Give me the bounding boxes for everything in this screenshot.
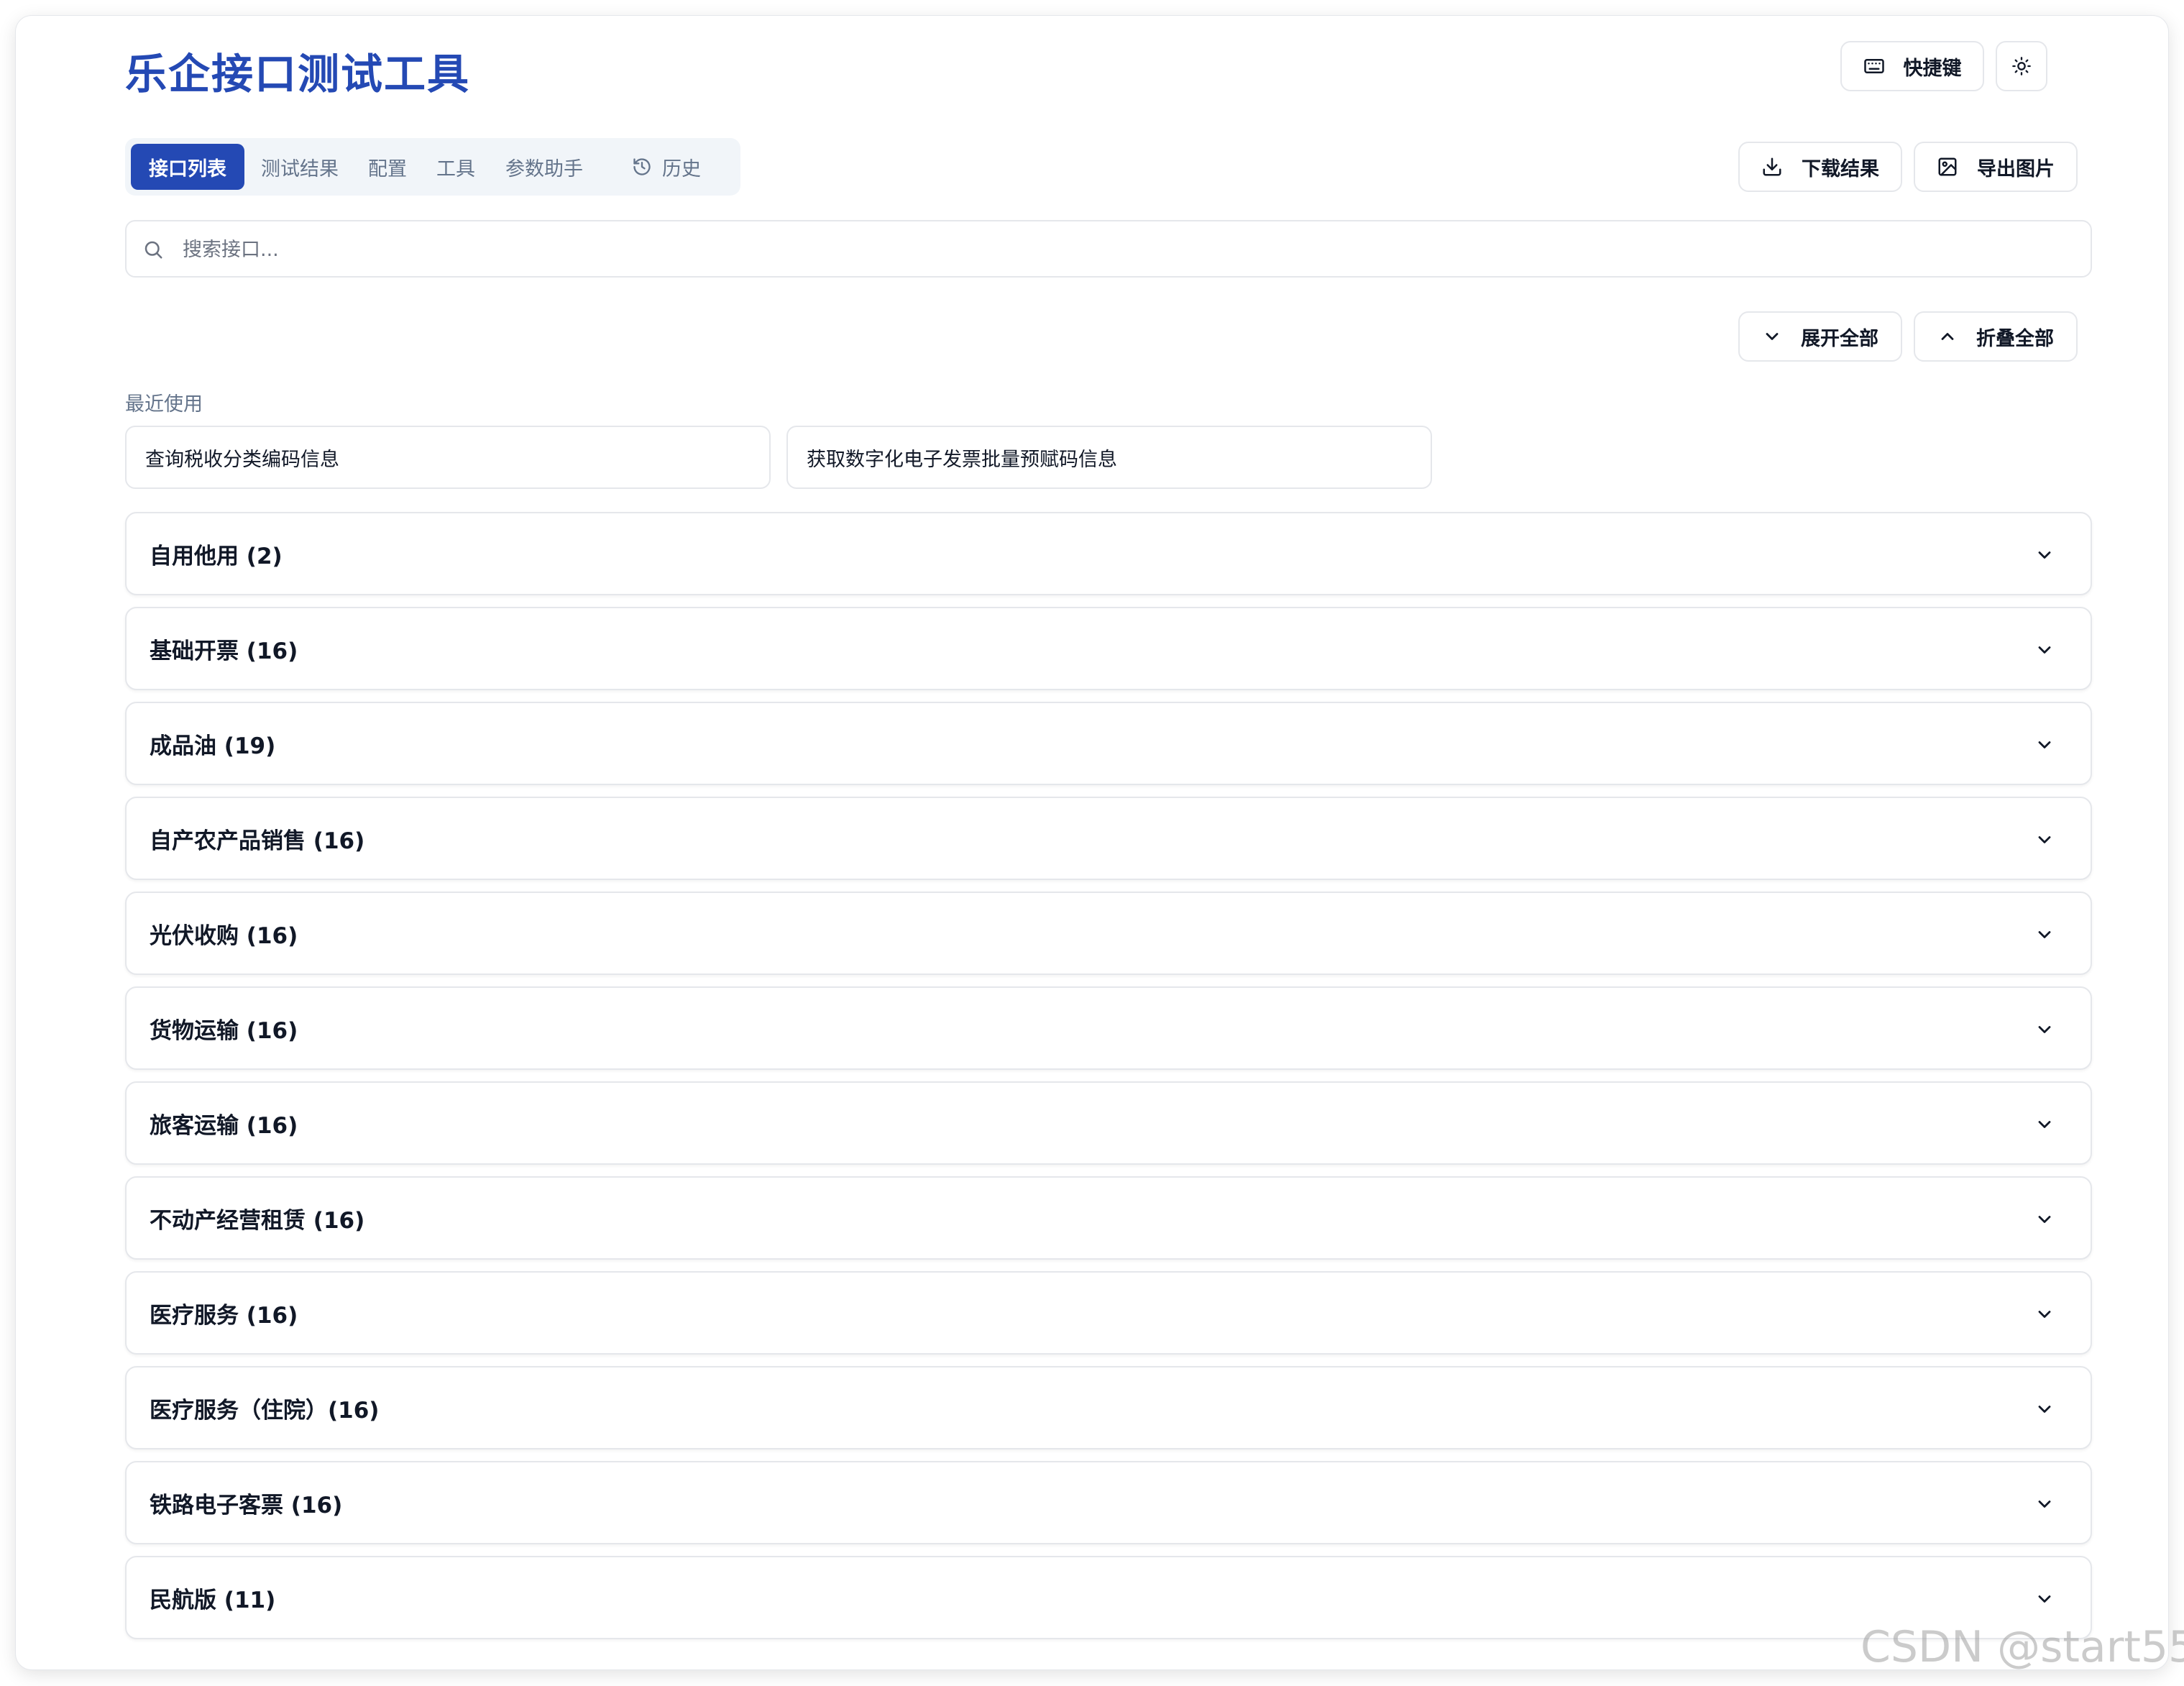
shortcuts-label: 快捷键 [1903,57,1962,80]
group-label: 铁路电子客票 (16) [150,1492,343,1518]
chevron-down-icon [2038,1595,2051,1603]
recent-item[interactable]: 查询税收分类编码信息 [125,426,771,489]
group-label: 光伏收购 (16) [150,922,298,949]
tab-bar: 接口列表 测试结果 配置 工具 参数助手 历史 [125,138,740,196]
chevron-down-icon [2038,1406,2051,1413]
download-results-button[interactable]: 下载结果 [1738,142,1902,192]
app-window: 乐企接口测试工具 快捷键 接口列表 测试结果 配置 工具 参数助手 历史 下载结… [16,16,2168,1669]
group-label: 成品油 (19) [150,733,276,759]
group-label: 自产农产品销售 (16) [150,828,365,854]
collapse-all-label: 折叠全部 [1976,327,2054,350]
chevron-down-icon [1766,333,1779,340]
group-label: 旅客运输 (16) [150,1112,298,1139]
watermark-text: CSDN @start556 [1860,1622,2184,1672]
expand-all-label: 展开全部 [1801,327,1878,350]
expand-all-button[interactable]: 展开全部 [1738,311,1902,362]
tab-api-list[interactable]: 接口列表 [131,144,244,190]
accordion-group[interactable]: 民航版 (11) [125,1556,2092,1639]
chevron-down-icon [2038,646,2051,654]
main-content: 乐企接口测试工具 快捷键 接口列表 测试结果 配置 工具 参数助手 历史 下载结… [111,16,2092,1669]
chevron-down-icon [2038,1121,2051,1128]
accordion-group[interactable]: 医疗服务（住院）(16) [125,1366,2092,1449]
tab-label: 测试结果 [261,157,339,180]
tab-label: 历史 [662,157,701,180]
group-label: 自用他用 (2) [150,543,283,569]
tab-label: 接口列表 [149,157,226,180]
accordion-group[interactable]: 旅客运输 (16) [125,1081,2092,1165]
chevron-up-icon [1941,333,1954,340]
download-icon [1763,157,1781,176]
group-label: 民航版 (11) [150,1587,276,1613]
accordion-group[interactable]: 自用他用 (2) [125,512,2092,595]
tab-label: 参数助手 [505,157,583,180]
collapse-all-button[interactable]: 折叠全部 [1914,311,2078,362]
accordion-group[interactable]: 光伏收购 (16) [125,892,2092,975]
group-label: 医疗服务 (16) [150,1302,298,1329]
tab-tools[interactable]: 工具 [424,144,487,190]
export-image-button[interactable]: 导出图片 [1914,142,2078,192]
tab-test-results[interactable]: 测试结果 [247,144,352,190]
chevron-down-icon [2038,1216,2051,1223]
shortcuts-button[interactable]: 快捷键 [1840,41,1984,91]
chevron-down-icon [2038,1026,2051,1033]
tab-param-helper[interactable]: 参数助手 [492,144,597,190]
group-label: 基础开票 (16) [150,638,298,664]
tab-label: 工具 [436,157,475,180]
chevron-down-icon [2038,1311,2051,1318]
theme-toggle-button[interactable] [1996,41,2047,91]
accordion-group[interactable]: 医疗服务 (16) [125,1271,2092,1355]
accordion-group[interactable]: 货物运输 (16) [125,986,2092,1070]
export-label: 导出图片 [1977,157,2055,180]
group-label: 不动产经营租赁 (16) [150,1207,365,1234]
image-icon [1938,157,1957,176]
accordion-group[interactable]: 自产农产品销售 (16) [125,797,2092,880]
recent-section-label: 最近使用 [125,393,203,416]
tab-config[interactable]: 配置 [355,144,420,190]
chevron-down-icon [2038,551,2051,559]
accordion-group[interactable]: 铁路电子客票 (16) [125,1461,2092,1544]
group-label: 货物运输 (16) [150,1017,298,1044]
tab-history[interactable]: 历史 [602,144,730,190]
keyboard-icon [1863,59,1884,73]
accordion-group[interactable]: 成品油 (19) [125,702,2092,785]
history-icon [633,158,651,175]
chevron-down-icon [2038,741,2051,748]
accordion-group[interactable]: 不动产经营租赁 (16) [125,1176,2092,1260]
group-label: 医疗服务（住院）(16) [150,1397,380,1424]
search-bar [125,220,2092,278]
search-icon [144,241,162,259]
app-title: 乐企接口测试工具 [125,50,471,98]
sun-icon [2012,57,2031,75]
tab-label: 配置 [368,157,407,180]
chevron-down-icon [2038,1501,2051,1508]
search-input[interactable] [183,230,2066,269]
accordion-group[interactable]: 基础开票 (16) [125,607,2092,690]
chevron-down-icon [2038,836,2051,843]
download-label: 下载结果 [1802,157,1879,180]
chevron-down-icon [2038,931,2051,938]
recent-item[interactable]: 获取数字化电子发票批量预赋码信息 [786,426,1432,489]
